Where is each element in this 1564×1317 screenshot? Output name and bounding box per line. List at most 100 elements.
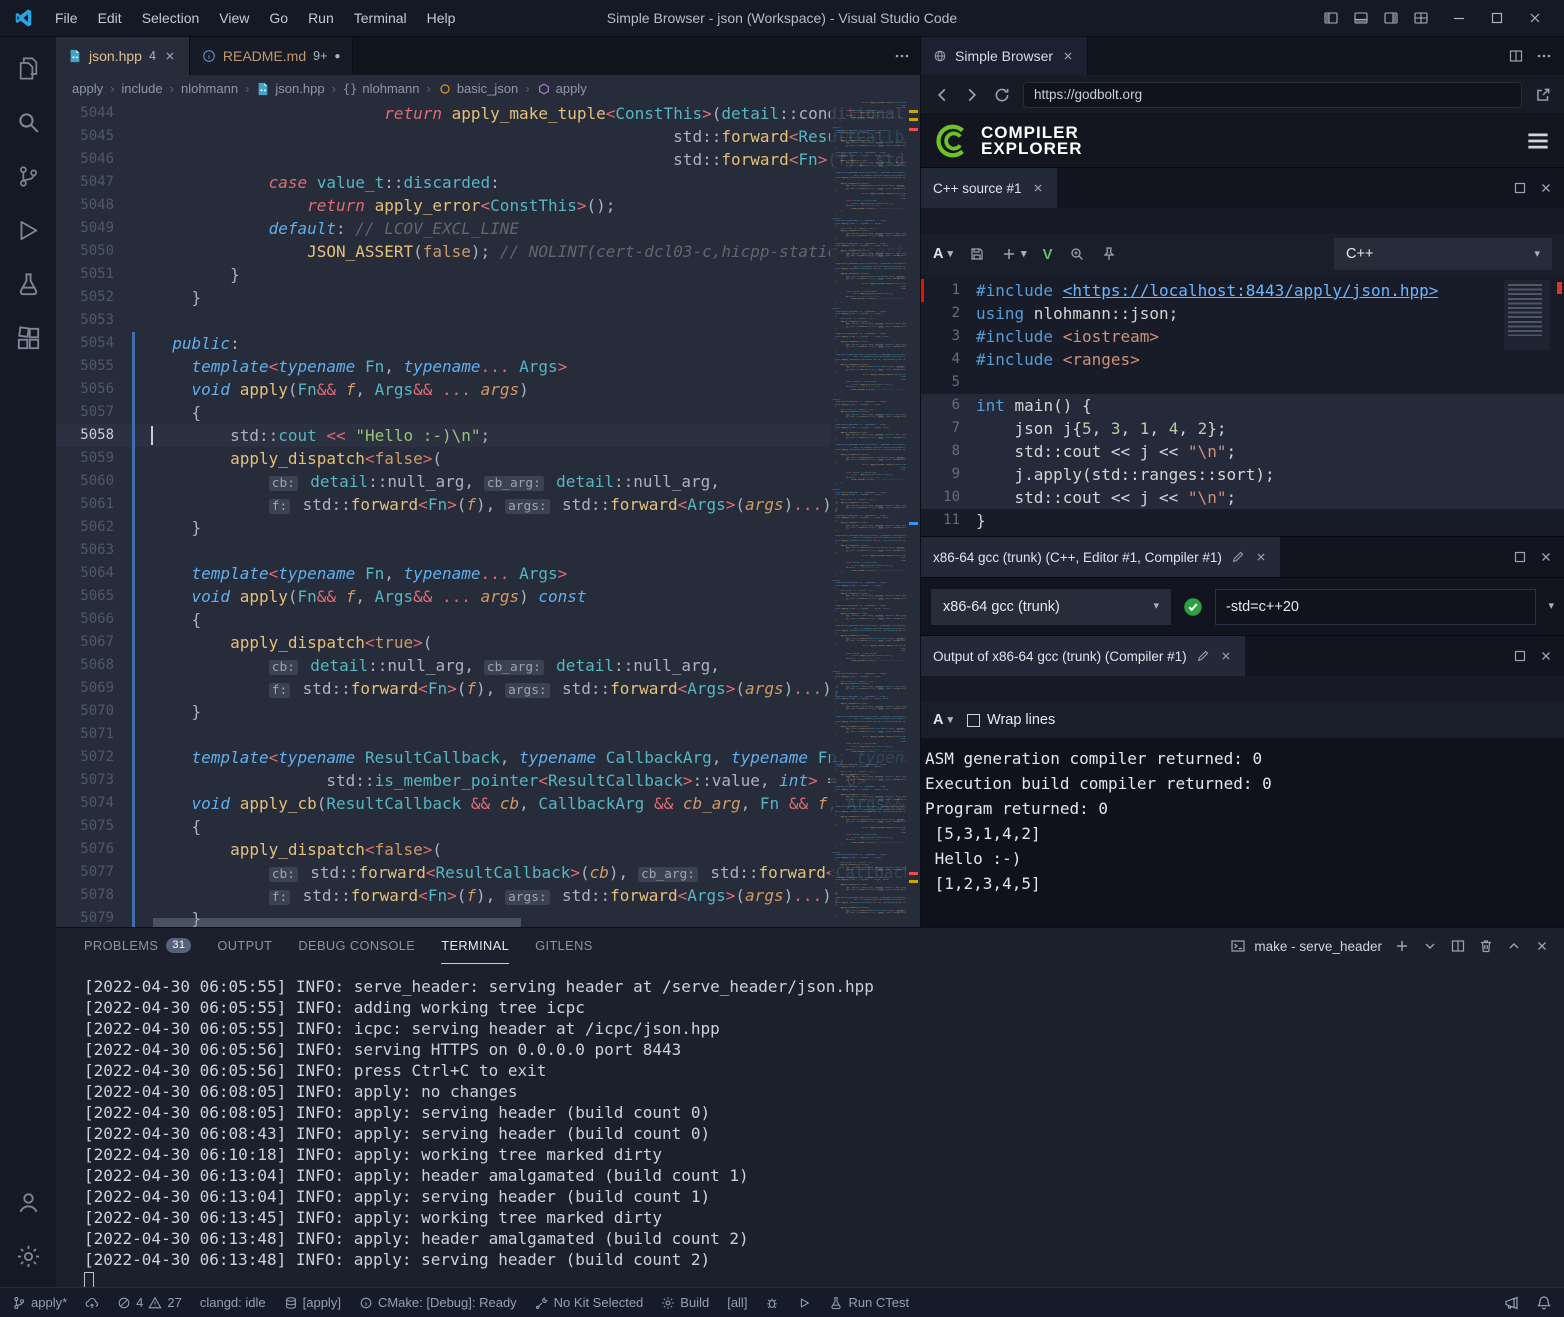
breadcrumb-item[interactable]: include: [121, 81, 162, 96]
code-line[interactable]: 5076 apply_dispatch<false>(: [56, 838, 920, 861]
language-select[interactable]: C++ ▾: [1334, 238, 1552, 270]
code-line[interactable]: 5075 {: [56, 815, 920, 838]
menu-run[interactable]: Run: [299, 6, 343, 30]
split-editor-icon[interactable]: [1508, 48, 1524, 64]
code-line[interactable]: 5067 apply_dispatch<true>(: [56, 631, 920, 654]
back-icon[interactable]: [933, 86, 951, 104]
code-line[interactable]: 5074 void apply_cb(ResultCallback && cb,…: [56, 792, 920, 815]
font-size-button[interactable]: A▾: [933, 246, 953, 262]
code-line[interactable]: 5069 f: std::forward<Fn>(f), args: std::…: [56, 677, 920, 700]
tab-README.md[interactable]: README.md9+●: [190, 37, 354, 75]
new-terminal-icon[interactable]: [1394, 938, 1410, 954]
close-window-icon[interactable]: [1516, 5, 1554, 31]
close-icon[interactable]: [1061, 49, 1075, 63]
tab-compiler[interactable]: x86-64 gcc (trunk) (C++, Editor #1, Comp…: [921, 537, 1280, 577]
add-pane-button[interactable]: ▾: [1001, 246, 1027, 262]
code-line[interactable]: 5046 std::forward<Fn>(f), std::forward<A…: [56, 148, 920, 171]
compiler-select[interactable]: x86-64 gcc (trunk) ▾: [931, 589, 1171, 625]
tab-simple-browser[interactable]: Simple Browser: [921, 37, 1088, 75]
menu-terminal[interactable]: Terminal: [345, 6, 416, 30]
close-panel-icon[interactable]: [1534, 938, 1550, 954]
horizontal-scrollbar[interactable]: [153, 918, 521, 927]
activity-testing[interactable]: [0, 257, 56, 311]
more-actions-icon[interactable]: [894, 48, 910, 64]
code-line[interactable]: 5056 void apply(Fn&& f, Args&& ... args): [56, 378, 920, 401]
close-icon[interactable]: [1031, 181, 1045, 195]
code-line[interactable]: 5072 template<typename ResultCallback, t…: [56, 746, 920, 769]
close-pane-icon[interactable]: [1538, 648, 1554, 664]
source-line[interactable]: 7 json j{5, 3, 1, 4, 2};: [921, 417, 1564, 440]
activity-extensions[interactable]: [0, 311, 56, 365]
activity-source-control[interactable]: [0, 149, 56, 203]
maximize-pane-icon[interactable]: [1512, 549, 1528, 565]
status-item-apply-[interactable]: apply*: [12, 1295, 67, 1310]
terminal[interactable]: [2022-04-30 06:05:55] INFO: serve_header…: [56, 964, 1564, 1287]
code-line[interactable]: 5049 default: // LCOV_EXCL_LINE: [56, 217, 920, 240]
font-size-button[interactable]: A▾: [933, 712, 953, 728]
code-line[interactable]: 5052 }: [56, 286, 920, 309]
status-item-cmake-debug-ready[interactable]: CMake: [Debug]: Ready: [359, 1295, 517, 1310]
split-terminal-icon[interactable]: [1450, 938, 1466, 954]
close-icon[interactable]: [1219, 649, 1233, 663]
status-item[interactable]: [85, 1296, 99, 1310]
activity-run-debug[interactable]: [0, 203, 56, 257]
source-line[interactable]: 11}: [921, 509, 1564, 532]
breadcrumb-item[interactable]: apply: [537, 81, 587, 96]
activity-explorer[interactable]: [0, 41, 56, 95]
code-line[interactable]: 5062 }: [56, 516, 920, 539]
code-line[interactable]: 5059 apply_dispatch<false>(: [56, 447, 920, 470]
feedback-icon[interactable]: [1504, 1295, 1520, 1311]
rename-icon[interactable]: [1196, 649, 1210, 663]
save-icon[interactable]: [969, 246, 985, 262]
wrap-lines-checkbox[interactable]: Wrap lines: [967, 712, 1055, 728]
toggle-panel-icon[interactable]: [1346, 5, 1376, 31]
code-line[interactable]: 5060 cb: detail::null_arg, cb_arg: detai…: [56, 470, 920, 493]
status-item-clangd-idle[interactable]: clangd: idle: [200, 1295, 266, 1310]
code-line[interactable]: 5055 template<typename Fn, typename... A…: [56, 355, 920, 378]
status-item[interactable]: [797, 1296, 811, 1310]
code-line[interactable]: 5066 {: [56, 608, 920, 631]
source-line[interactable]: 4#include <ranges>: [921, 348, 1564, 371]
code-line[interactable]: 5054 public:: [56, 332, 920, 355]
code-line[interactable]: 5047 case value_t::discarded:: [56, 171, 920, 194]
close-pane-icon[interactable]: [1538, 549, 1554, 565]
breadcrumb-item[interactable]: json.hpp: [256, 81, 324, 96]
tab-json.hpp[interactable]: json.hpp4: [56, 37, 190, 75]
godbolt-minimap[interactable]: [1504, 280, 1550, 350]
code-line[interactable]: 5048 return apply_error<ConstThis>();: [56, 194, 920, 217]
menu-selection[interactable]: Selection: [133, 6, 209, 30]
menu-go[interactable]: Go: [260, 6, 297, 30]
status-item[interactable]: [765, 1296, 779, 1310]
zoom-icon[interactable]: [1069, 246, 1085, 262]
status-item-run-ctest[interactable]: Run CTest: [829, 1295, 909, 1310]
panel-tab-terminal[interactable]: TERMINAL: [441, 928, 509, 964]
activity-search[interactable]: [0, 95, 56, 149]
code-line[interactable]: 5058 std::cout << "Hello :-)\n";: [56, 424, 920, 447]
panel-tab-debug-console[interactable]: DEBUG CONSOLE: [298, 928, 415, 964]
panel-tab-gitlens[interactable]: GITLENS: [535, 928, 593, 964]
breadcrumb-item[interactable]: nlohmann: [181, 81, 238, 96]
status-item[interactable]: 427: [117, 1295, 182, 1310]
menu-icon[interactable]: [1524, 127, 1552, 155]
source-line[interactable]: 6int main() {: [921, 394, 1564, 417]
menu-view[interactable]: View: [210, 6, 258, 30]
close-icon[interactable]: [1254, 550, 1268, 564]
close-icon[interactable]: [163, 49, 177, 63]
tab-cpp-source[interactable]: C++ source #1: [921, 168, 1057, 208]
maximize-pane-icon[interactable]: [1512, 648, 1528, 664]
toggle-sidebar-icon[interactable]: [1316, 5, 1346, 31]
maximize-panel-icon[interactable]: [1506, 938, 1522, 954]
reload-icon[interactable]: [993, 86, 1011, 104]
source-line[interactable]: 5: [921, 371, 1564, 394]
terminal-picker[interactable]: make - serve_header: [1230, 938, 1382, 954]
code-line[interactable]: 5057 {: [56, 401, 920, 424]
url-input[interactable]: [1023, 82, 1522, 108]
code-line[interactable]: 5071: [56, 723, 920, 746]
pin-icon[interactable]: [1101, 246, 1117, 262]
source-line[interactable]: 9 j.apply(std::ranges::sort);: [921, 463, 1564, 486]
code-line[interactable]: 5051 }: [56, 263, 920, 286]
more-actions-icon[interactable]: [1536, 48, 1552, 64]
options-caret[interactable]: ▾: [1548, 601, 1554, 612]
customize-layout-icon[interactable]: [1406, 5, 1436, 31]
code-line[interactable]: 5061 f: std::forward<Fn>(f), args: std::…: [56, 493, 920, 516]
